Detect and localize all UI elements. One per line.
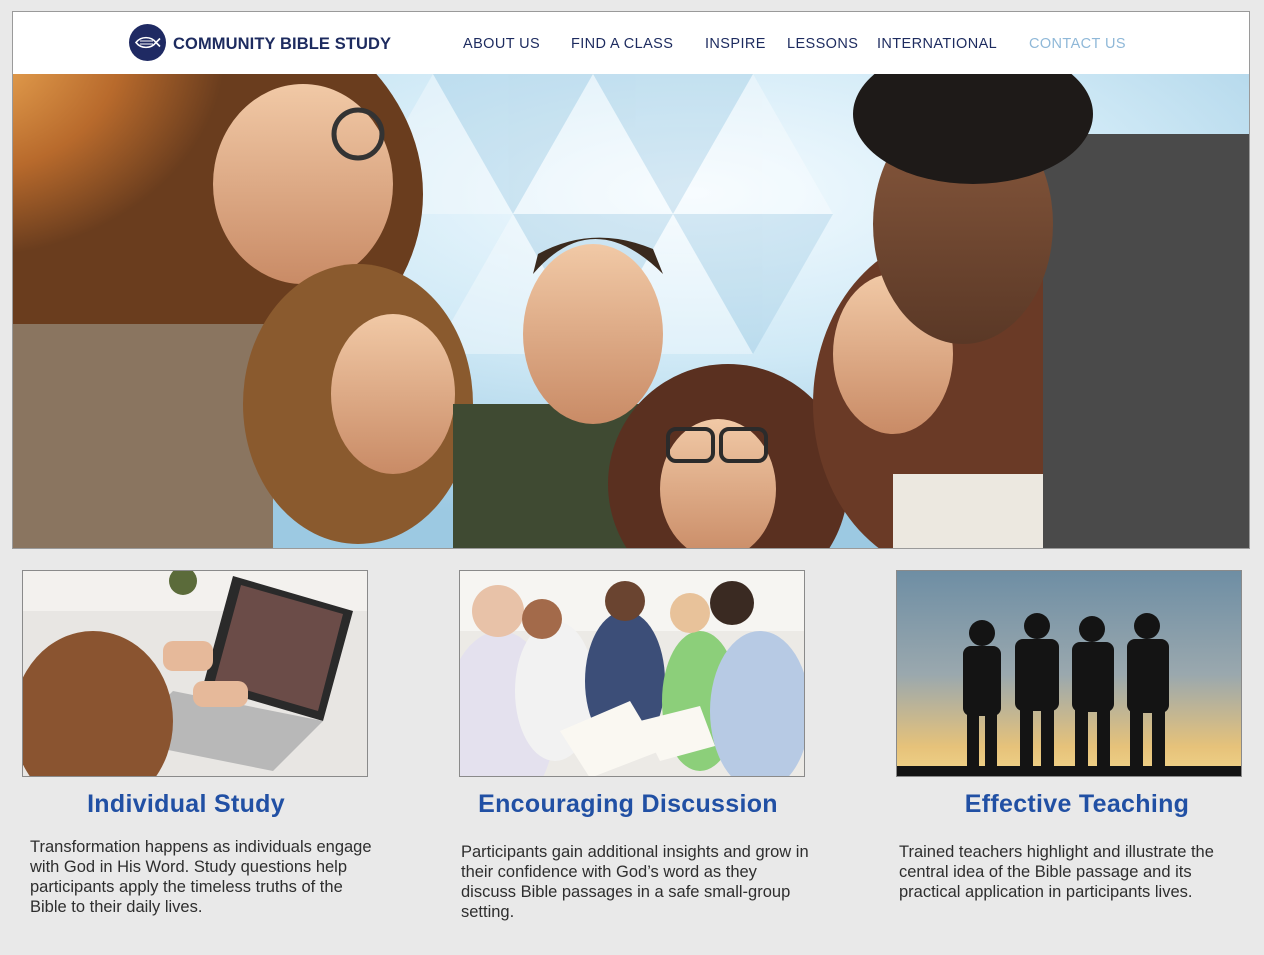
feature-text-effective-teaching: Trained teachers highlight and illustrat…: [899, 843, 1214, 901]
feature-text-encouraging-discussion: Participants gain additional insights an…: [461, 843, 809, 921]
nav-contact-us[interactable]: CONTACT US: [1029, 36, 1126, 52]
header-bar: COMMUNITY BIBLE STUDY ABOUT US FIND A CL…: [13, 12, 1249, 75]
brand-name[interactable]: COMMUNITY BIBLE STUDY: [173, 35, 391, 54]
feature-title-encouraging-discussion: Encouraging Discussion: [478, 790, 778, 818]
nav-about-us[interactable]: ABOUT US: [463, 36, 540, 52]
website-frame: COMMUNITY BIBLE STUDY ABOUT US FIND A CL…: [12, 11, 1250, 549]
nav-inspire[interactable]: INSPIRE: [705, 36, 766, 52]
fish-icon: [134, 36, 161, 49]
feature-title-individual-study: Individual Study: [87, 790, 285, 818]
hero-image: [13, 74, 1249, 548]
effective-teaching-image: [896, 570, 1242, 777]
individual-study-image: [22, 570, 368, 777]
nav-international[interactable]: INTERNATIONAL: [877, 36, 997, 52]
feature-title-effective-teaching: Effective Teaching: [964, 790, 1190, 818]
nav-lessons[interactable]: LESSONS: [787, 36, 858, 52]
feature-text-individual-study: Transformation happens as individuals en…: [30, 838, 372, 916]
logo[interactable]: [129, 24, 166, 61]
nav-find-a-class[interactable]: FIND A CLASS: [571, 36, 673, 52]
encouraging-discussion-image: [459, 570, 805, 777]
